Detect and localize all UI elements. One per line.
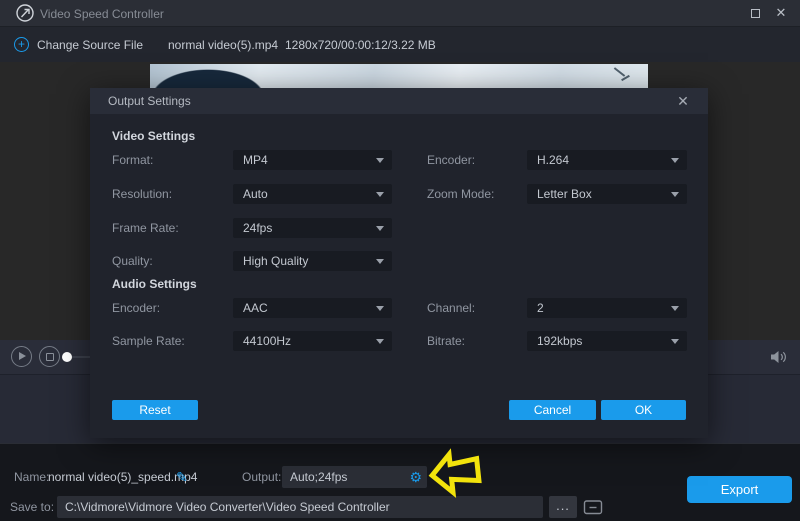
frame-rate-select[interactable]: 24fps bbox=[233, 218, 392, 238]
video-encoder-label: Encoder: bbox=[427, 150, 475, 170]
output-settings-dialog: Output Settings ✕ Video Settings Format:… bbox=[90, 88, 708, 438]
source-toolbar: + Change Source File normal video(5).mp4… bbox=[0, 26, 800, 62]
stop-button[interactable] bbox=[39, 346, 60, 367]
output-settings-gear-icon[interactable]: ⚙ bbox=[409, 466, 422, 488]
resolution-label: Resolution: bbox=[112, 184, 172, 204]
format-select[interactable]: MP4 bbox=[233, 150, 392, 170]
output-label: Output: bbox=[242, 466, 281, 488]
annotation-arrow-icon bbox=[425, 444, 484, 501]
volume-icon[interactable] bbox=[770, 350, 788, 364]
save-to-label: Save to: bbox=[10, 496, 54, 518]
reset-button[interactable]: Reset bbox=[112, 400, 198, 420]
quality-label: Quality: bbox=[112, 251, 153, 271]
add-source-icon[interactable]: + bbox=[14, 37, 29, 52]
maximize-icon bbox=[751, 9, 760, 18]
open-folder-icon[interactable] bbox=[583, 499, 603, 515]
source-file-name: normal video(5).mp4 bbox=[168, 38, 278, 52]
chevron-down-icon bbox=[376, 306, 384, 311]
frame-rate-label: Frame Rate: bbox=[112, 218, 179, 238]
audio-encoder-select[interactable]: AAC bbox=[233, 298, 392, 318]
chevron-down-icon bbox=[671, 306, 679, 311]
change-source-button[interactable]: Change Source File bbox=[37, 38, 143, 52]
channel-select[interactable]: 2 bbox=[527, 298, 687, 318]
zoom-mode-label: Zoom Mode: bbox=[427, 184, 494, 204]
playhead-handle[interactable] bbox=[62, 352, 72, 362]
chevron-down-icon bbox=[376, 192, 384, 197]
sample-rate-label: Sample Rate: bbox=[112, 331, 185, 351]
export-footer: Name: normal video(5)_speed.mp4 ✎ Output… bbox=[0, 443, 800, 521]
dialog-header: Output Settings ✕ bbox=[90, 88, 708, 114]
source-file-info: 1280x720/00:00:12/3.22 MB bbox=[285, 38, 436, 52]
channel-value: 2 bbox=[537, 301, 544, 315]
play-button[interactable] bbox=[11, 346, 32, 367]
chevron-down-icon bbox=[671, 158, 679, 163]
output-name-value: normal video(5)_speed.mp4 bbox=[48, 466, 197, 488]
app-window: Video Speed Controller ✕ + Change Source… bbox=[0, 0, 800, 521]
sample-rate-value: 44100Hz bbox=[243, 334, 291, 348]
video-encoder-select[interactable]: H.264 bbox=[527, 150, 687, 170]
video-frame bbox=[150, 64, 648, 90]
zoom-mode-value: Letter Box bbox=[537, 187, 592, 201]
browse-folder-button[interactable]: ... bbox=[549, 496, 577, 518]
quality-value: High Quality bbox=[243, 254, 308, 268]
audio-encoder-label: Encoder: bbox=[112, 298, 160, 318]
video-encoder-value: H.264 bbox=[537, 153, 569, 167]
dialog-title: Output Settings bbox=[108, 94, 191, 108]
stop-icon bbox=[46, 353, 54, 361]
export-button[interactable]: Export bbox=[687, 476, 792, 503]
resolution-value: Auto bbox=[243, 187, 268, 201]
edit-name-icon[interactable]: ✎ bbox=[176, 466, 188, 488]
chevron-down-icon bbox=[671, 192, 679, 197]
sample-rate-select[interactable]: 44100Hz bbox=[233, 331, 392, 351]
format-value: MP4 bbox=[243, 153, 268, 167]
bitrate-label: Bitrate: bbox=[427, 331, 465, 351]
output-format-value: Auto;24fps bbox=[290, 466, 347, 488]
output-format-field[interactable]: Auto;24fps ⚙ bbox=[282, 466, 427, 488]
close-button[interactable]: ✕ bbox=[766, 0, 796, 26]
audio-settings-heading: Audio Settings bbox=[112, 277, 197, 291]
frame-rate-value: 24fps bbox=[243, 221, 272, 235]
chevron-down-icon bbox=[376, 158, 384, 163]
window-title: Video Speed Controller bbox=[40, 7, 164, 21]
title-bar: Video Speed Controller ✕ bbox=[0, 0, 800, 26]
dialog-close-button[interactable]: ✕ bbox=[673, 91, 693, 111]
bitrate-value: 192kbps bbox=[537, 334, 582, 348]
audio-encoder-value: AAC bbox=[243, 301, 268, 315]
video-detail-mark bbox=[614, 67, 625, 77]
quality-select[interactable]: High Quality bbox=[233, 251, 392, 271]
chevron-down-icon bbox=[671, 339, 679, 344]
cancel-button[interactable]: Cancel bbox=[509, 400, 596, 420]
chevron-down-icon bbox=[376, 226, 384, 231]
name-label: Name: bbox=[14, 466, 49, 488]
save-path-field[interactable]: C:\Vidmore\Vidmore Video Converter\Video… bbox=[57, 496, 543, 518]
resolution-select[interactable]: Auto bbox=[233, 184, 392, 204]
bitrate-select[interactable]: 192kbps bbox=[527, 331, 687, 351]
zoom-mode-select[interactable]: Letter Box bbox=[527, 184, 687, 204]
play-icon bbox=[19, 352, 26, 360]
video-settings-heading: Video Settings bbox=[112, 129, 195, 143]
ok-button[interactable]: OK bbox=[601, 400, 686, 420]
channel-label: Channel: bbox=[427, 298, 475, 318]
chevron-down-icon bbox=[376, 259, 384, 264]
format-label: Format: bbox=[112, 150, 153, 170]
app-logo-icon bbox=[16, 4, 34, 22]
chevron-down-icon bbox=[376, 339, 384, 344]
